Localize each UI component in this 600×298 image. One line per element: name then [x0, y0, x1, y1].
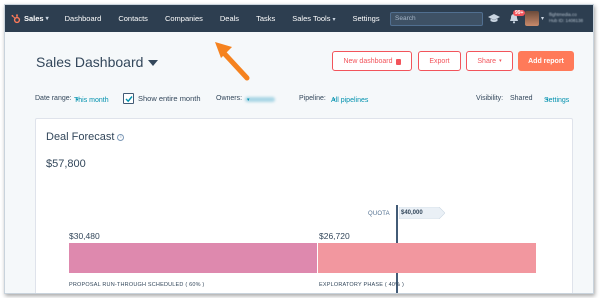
share-label: Share	[477, 57, 497, 65]
brand-label: Sales	[24, 14, 44, 23]
chevron-down-icon: ▾	[541, 16, 545, 22]
forecast-bar-segment[interactable]	[318, 243, 536, 273]
divider	[317, 243, 318, 273]
info-icon[interactable]: i	[117, 133, 125, 141]
new-dashboard-button[interactable]: New dashboard	[332, 51, 412, 71]
show-entire-month-checkbox[interactable]	[123, 93, 134, 104]
chevron-down-icon: ▾	[332, 17, 336, 23]
hubspot-sprocket-icon	[11, 13, 21, 23]
annotation-arrow-icon	[215, 42, 250, 81]
segment-label: PROPOSAL RUN-THROUGH SCHEDULED ( 60% )	[69, 282, 205, 288]
quota-label: QUOTA	[368, 211, 390, 217]
graduation-cap-icon[interactable]	[488, 13, 500, 24]
export-button[interactable]: Export	[418, 51, 461, 71]
chevron-down-icon: ▾	[76, 97, 79, 103]
nav-item-deals[interactable]: Deals	[220, 14, 239, 23]
chevron-down-icon: ▾	[247, 97, 250, 103]
filter-bar: Date range: This month ▾ Show entire mont…	[35, 93, 580, 105]
nav-item-sales-tools-label: Sales Tools	[292, 14, 331, 23]
nav-item-companies[interactable]: Companies	[165, 14, 203, 23]
deal-forecast-card: Deal Forecast i $57,800 QUOTA $40,000 $30…	[35, 118, 573, 293]
checkmark-icon	[125, 96, 133, 103]
nav-item-tasks[interactable]: Tasks	[256, 14, 275, 23]
brand-menu[interactable]: Sales ▾	[11, 13, 49, 24]
page-title[interactable]: Sales Dashboard	[36, 54, 159, 70]
avatar[interactable]	[525, 11, 539, 26]
search-input[interactable]: Search	[390, 12, 483, 26]
segment-label: EXPLORATORY PHASE ( 40% )	[319, 282, 404, 288]
visibility-value: Shared	[510, 95, 533, 102]
nav-item-contacts[interactable]: Contacts	[118, 14, 148, 23]
top-nav: Sales ▾ Dashboard Contacts Companies Dea…	[5, 5, 593, 32]
nav-item-settings[interactable]: Settings	[352, 14, 379, 23]
forecast-bar-segment[interactable]	[69, 243, 318, 273]
date-range-label: Date range:	[35, 95, 72, 102]
card-title-label: Deal Forecast	[46, 131, 115, 143]
share-button[interactable]: Share ▾	[466, 51, 513, 71]
show-entire-month-label: Show entire month	[138, 94, 201, 103]
caret-down-icon	[148, 60, 159, 67]
chevron-down-icon: ▾	[333, 97, 336, 103]
app-window: Sales ▾ Dashboard Contacts Companies Dea…	[4, 4, 594, 294]
chevron-down-icon: ▾	[499, 58, 502, 64]
quota-value: $40,000	[401, 210, 423, 216]
lock-icon	[395, 59, 401, 65]
owners-label: Owners:	[216, 95, 243, 102]
page-title-label: Sales Dashboard	[36, 54, 144, 70]
visibility-label: Visibility:	[476, 95, 504, 102]
date-range-value: This month	[74, 97, 109, 104]
nav-item-sales-tools[interactable]: Sales Tools ▾	[292, 14, 335, 23]
account-hub-id: Hub ID: 1408138	[549, 18, 584, 23]
chevron-down-icon: ▾	[546, 97, 549, 103]
pipeline-value: All pipelines	[331, 97, 369, 104]
new-dashboard-label: New dashboard	[343, 57, 393, 65]
forecast-total: $57,800	[46, 158, 86, 170]
account-info[interactable]: flightmedia.co Hub ID: 1408138	[549, 12, 593, 24]
segment-value: $30,480	[69, 231, 100, 241]
add-report-button[interactable]: Add report	[518, 51, 574, 71]
nav-menu: Dashboard Contacts Companies Deals Tasks…	[65, 14, 397, 23]
chevron-down-icon: ▾	[45, 16, 49, 22]
nav-item-dashboard[interactable]: Dashboard	[65, 14, 102, 23]
card-title: Deal Forecast i	[46, 131, 125, 143]
pipeline-label: Pipeline:	[299, 95, 326, 102]
segment-value: $26,720	[319, 231, 350, 241]
notification-count-badge: 99+	[513, 10, 526, 16]
